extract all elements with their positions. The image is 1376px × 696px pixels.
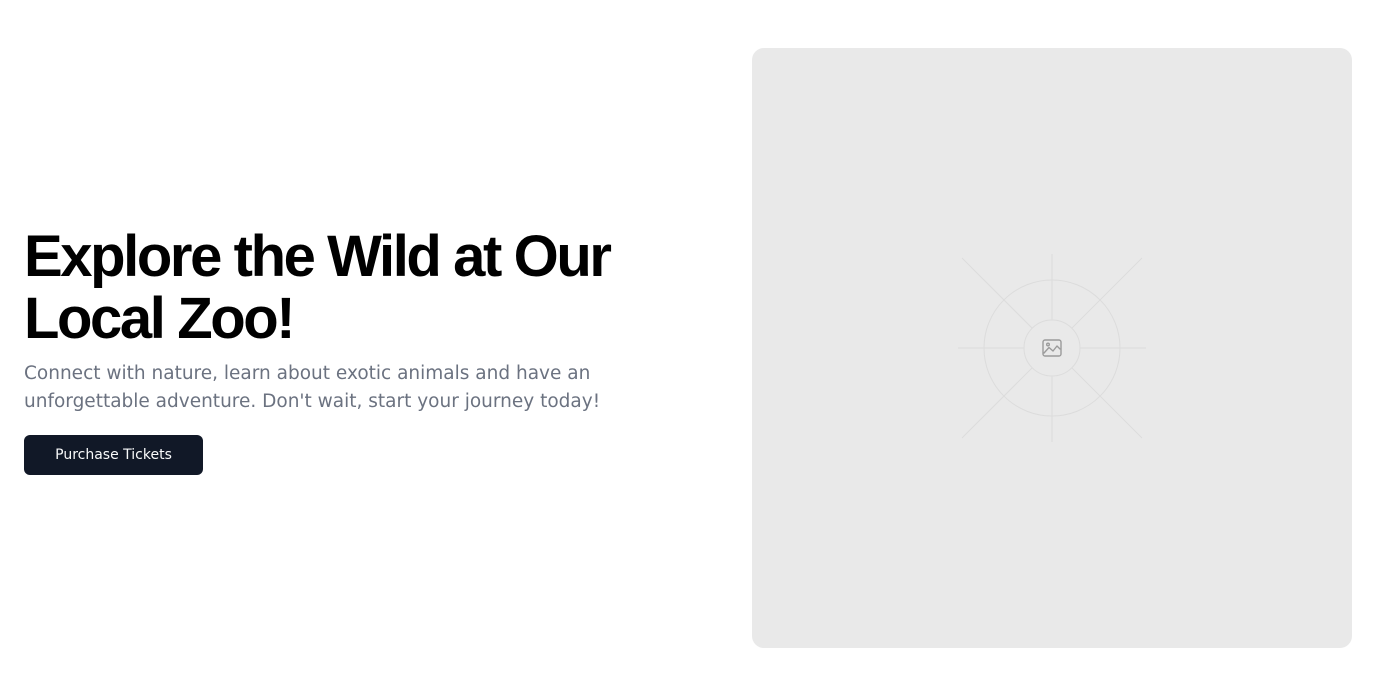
hero-image-placeholder xyxy=(752,48,1352,648)
hero-section: Explore the Wild at Our Local Zoo! Conne… xyxy=(0,0,1376,696)
image-placeholder-graphic xyxy=(958,254,1146,442)
hero-subtext: Connect with nature, learn about exotic … xyxy=(24,363,601,412)
hero-headline: Explore the Wild at Our Local Zoo! xyxy=(24,224,612,351)
hero-text-column: Explore the Wild at Our Local Zoo! Conne… xyxy=(24,226,664,475)
purchase-tickets-button[interactable]: Purchase Tickets xyxy=(24,435,203,475)
